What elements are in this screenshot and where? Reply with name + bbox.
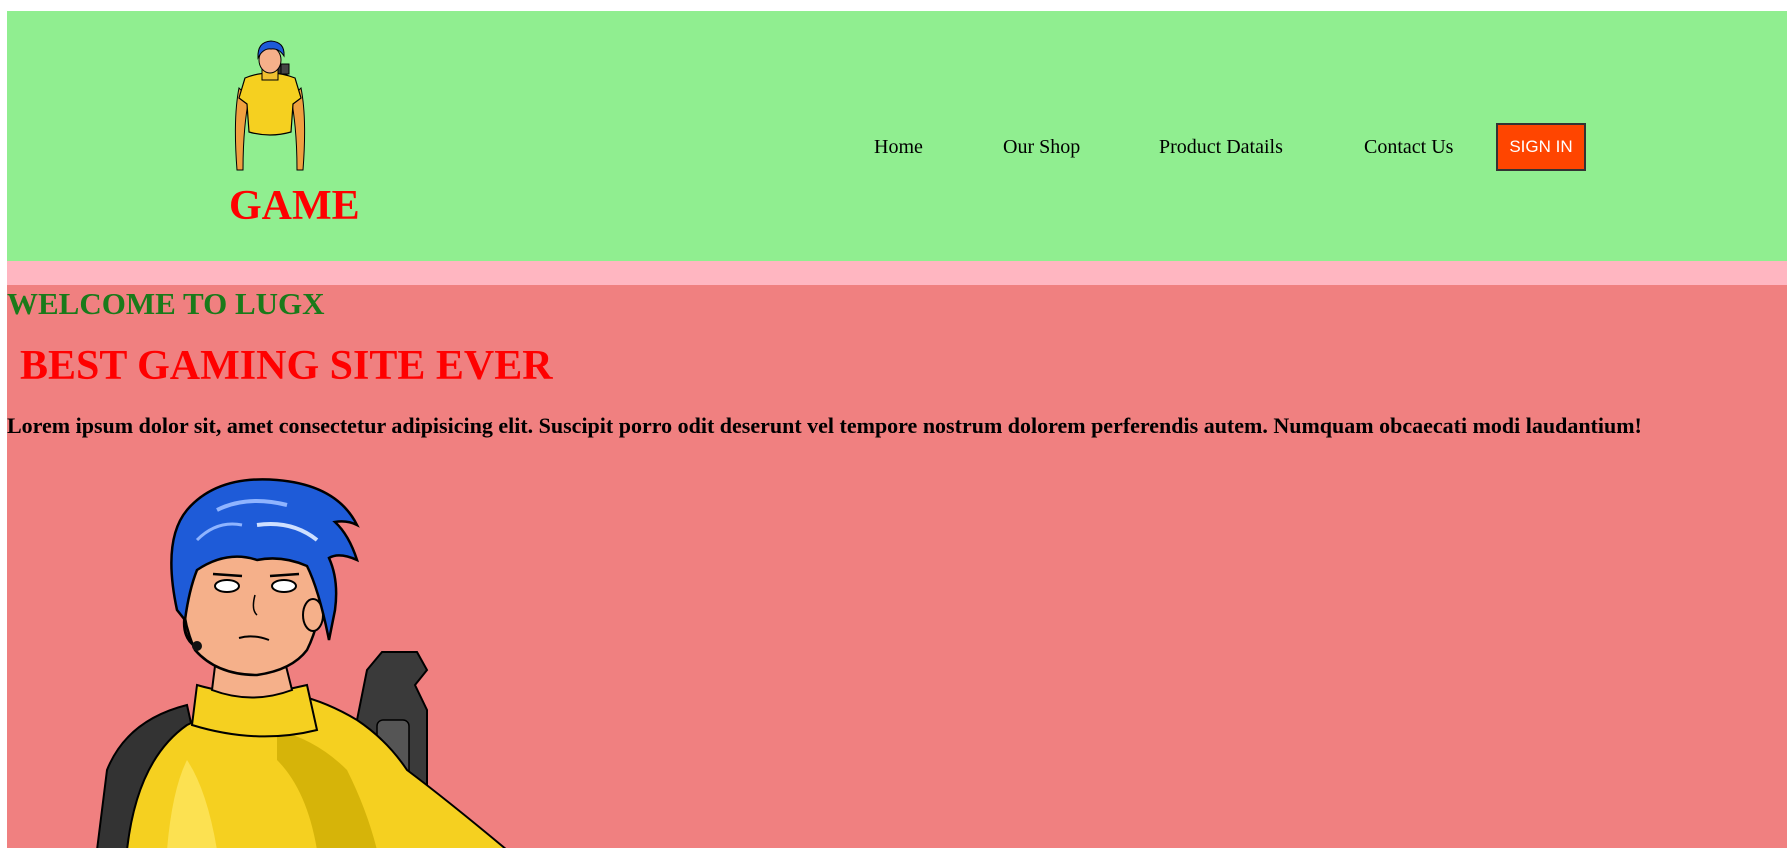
page: GAME Home Our Shop Product Datails Conta… (7, 11, 1787, 848)
site-logo-text[interactable]: GAME (229, 185, 360, 227)
welcome-heading: WELCOME TO LUGX (7, 286, 325, 321)
tagline-heading: BEST GAMING SITE EVER (20, 343, 553, 389)
nav-link-product-details[interactable]: Product Datails (1159, 136, 1283, 159)
gamer-character-illustration (67, 470, 527, 848)
nav-link-contact-us[interactable]: Contact Us (1364, 136, 1453, 159)
sign-in-button[interactable]: SIGN IN (1496, 123, 1586, 171)
main-nav: Home Our Shop Product Datails Contact Us… (7, 123, 1787, 173)
nav-link-home[interactable]: Home (874, 136, 923, 159)
nav-link-our-shop[interactable]: Our Shop (1003, 136, 1080, 159)
site-header: GAME Home Our Shop Product Datails Conta… (7, 11, 1787, 261)
divider-strip (7, 261, 1787, 285)
hero-section: WELCOME TO LUGX BEST GAMING SITE EVER Lo… (7, 285, 1787, 848)
hero-body-text: Lorem ipsum dolor sit, amet consectetur … (7, 413, 1642, 438)
